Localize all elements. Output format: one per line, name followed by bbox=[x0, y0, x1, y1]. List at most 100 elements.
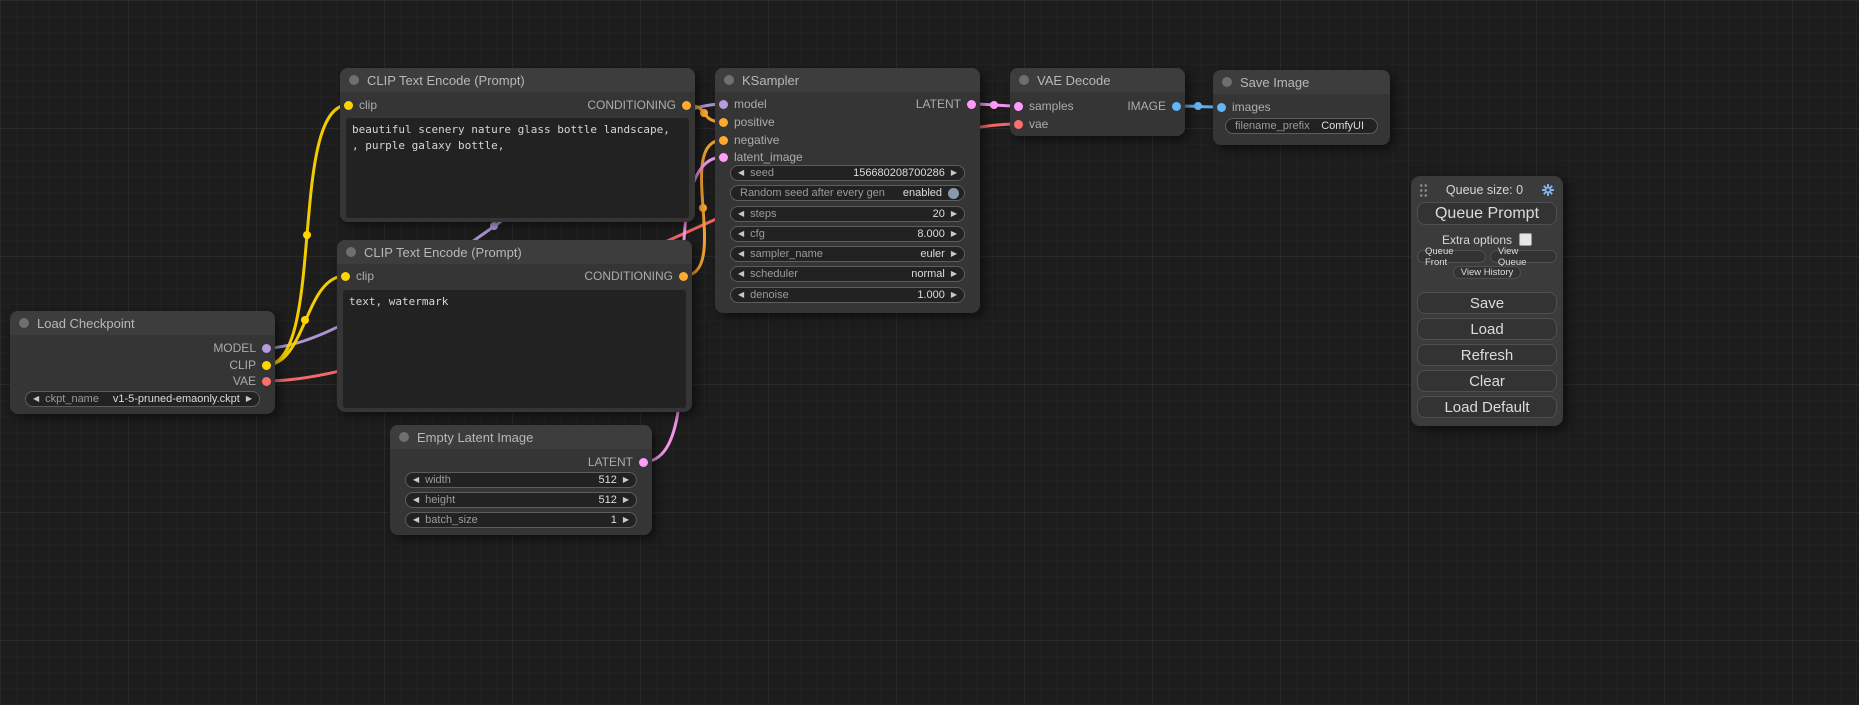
decrement-arrow-icon[interactable] bbox=[738, 210, 744, 218]
node-title-bar[interactable]: KSampler bbox=[715, 68, 980, 92]
queue-front-button[interactable]: Queue Front bbox=[1417, 250, 1486, 263]
collapse-dot-icon[interactable] bbox=[1222, 77, 1232, 87]
image-slot-dot[interactable] bbox=[1217, 103, 1226, 112]
vae-slot-dot[interactable] bbox=[262, 377, 271, 386]
node-graph-canvas[interactable]: Load Checkpoint MODEL CLIP VAE ckpt_name… bbox=[0, 0, 1859, 705]
negative-prompt-textarea[interactable]: text, watermark bbox=[343, 290, 686, 408]
node-title-bar[interactable]: VAE Decode bbox=[1010, 68, 1185, 92]
clip-output-slot[interactable]: CLIP bbox=[229, 357, 271, 373]
model-slot-dot[interactable] bbox=[719, 100, 728, 109]
decrement-arrow-icon[interactable] bbox=[738, 270, 744, 278]
latent-output-slot[interactable]: LATENT bbox=[916, 96, 976, 112]
view-queue-button[interactable]: View Queue bbox=[1490, 250, 1557, 263]
positive-input-slot[interactable]: positive bbox=[719, 114, 775, 130]
extra-options-checkbox[interactable] bbox=[1519, 233, 1532, 246]
negative-input-slot[interactable]: negative bbox=[719, 132, 779, 148]
increment-arrow-icon[interactable] bbox=[951, 250, 957, 258]
load-default-button[interactable]: Load Default bbox=[1417, 396, 1557, 418]
queue-prompt-button[interactable]: Queue Prompt bbox=[1417, 202, 1557, 225]
batch-size-widget[interactable]: batch_size 1 bbox=[405, 512, 637, 528]
clip-slot-dot[interactable] bbox=[341, 272, 350, 281]
save-button[interactable]: Save bbox=[1417, 292, 1557, 314]
latent-image-input-slot[interactable]: latent_image bbox=[719, 149, 803, 165]
increment-arrow-icon[interactable] bbox=[623, 516, 629, 524]
clip-slot-dot[interactable] bbox=[262, 361, 271, 370]
node-clip-text-encode-negative[interactable]: CLIP Text Encode (Prompt) clip CONDITION… bbox=[337, 240, 692, 412]
latent-slot-dot[interactable] bbox=[639, 458, 648, 467]
conditioning-slot-dot[interactable] bbox=[719, 118, 728, 127]
conditioning-slot-dot[interactable] bbox=[679, 272, 688, 281]
vae-slot-dot[interactable] bbox=[1014, 120, 1023, 129]
node-clip-text-encode-positive[interactable]: CLIP Text Encode (Prompt) clip CONDITION… bbox=[340, 68, 695, 222]
decrement-arrow-icon[interactable] bbox=[738, 250, 744, 258]
node-title-bar[interactable]: CLIP Text Encode (Prompt) bbox=[340, 68, 695, 92]
image-output-slot[interactable]: IMAGE bbox=[1127, 98, 1181, 114]
samples-input-slot[interactable]: samples bbox=[1014, 98, 1074, 114]
decrement-arrow-icon[interactable] bbox=[738, 291, 744, 299]
conditioning-output-slot[interactable]: CONDITIONING bbox=[587, 97, 691, 113]
increment-arrow-icon[interactable] bbox=[951, 230, 957, 238]
decrement-arrow-icon[interactable] bbox=[738, 230, 744, 238]
toggle-knob-icon[interactable] bbox=[948, 188, 959, 199]
node-title-bar[interactable]: Empty Latent Image bbox=[390, 425, 652, 449]
increment-arrow-icon[interactable] bbox=[623, 476, 629, 484]
collapse-dot-icon[interactable] bbox=[349, 75, 359, 85]
sampler-name-widget[interactable]: sampler_name euler bbox=[730, 246, 965, 262]
node-ksampler[interactable]: KSampler model positive negative latent_… bbox=[715, 68, 980, 313]
model-output-slot[interactable]: MODEL bbox=[213, 340, 271, 356]
clear-button[interactable]: Clear bbox=[1417, 370, 1557, 392]
collapse-dot-icon[interactable] bbox=[724, 75, 734, 85]
collapse-dot-icon[interactable] bbox=[346, 247, 356, 257]
settings-gear-icon[interactable] bbox=[1541, 183, 1555, 197]
refresh-button[interactable]: Refresh bbox=[1417, 344, 1557, 366]
decrement-arrow-icon[interactable] bbox=[33, 395, 39, 403]
node-save-image[interactable]: Save Image images filename_prefix ComfyU… bbox=[1213, 70, 1390, 145]
node-title-bar[interactable]: CLIP Text Encode (Prompt) bbox=[337, 240, 692, 264]
clip-input-slot[interactable]: clip bbox=[344, 97, 377, 113]
image-slot-dot[interactable] bbox=[1172, 102, 1181, 111]
latent-slot-dot[interactable] bbox=[967, 100, 976, 109]
model-input-slot[interactable]: model bbox=[719, 96, 767, 112]
decrement-arrow-icon[interactable] bbox=[413, 476, 419, 484]
view-history-button[interactable]: View History bbox=[1453, 266, 1522, 279]
steps-widget[interactable]: steps 20 bbox=[730, 206, 965, 222]
conditioning-slot-dot[interactable] bbox=[719, 136, 728, 145]
collapse-dot-icon[interactable] bbox=[19, 318, 29, 328]
latent-output-slot[interactable]: LATENT bbox=[588, 454, 648, 470]
conditioning-slot-dot[interactable] bbox=[682, 101, 691, 110]
increment-arrow-icon[interactable] bbox=[951, 210, 957, 218]
increment-arrow-icon[interactable] bbox=[246, 395, 252, 403]
collapse-dot-icon[interactable] bbox=[1019, 75, 1029, 85]
ckpt-name-widget[interactable]: ckpt_name v1-5-pruned-emaonly.ckpt bbox=[25, 391, 260, 407]
increment-arrow-icon[interactable] bbox=[951, 270, 957, 278]
images-input-slot[interactable]: images bbox=[1217, 99, 1271, 115]
drag-handle-icon[interactable] bbox=[1419, 183, 1428, 197]
conditioning-output-slot[interactable]: CONDITIONING bbox=[584, 268, 688, 284]
random-seed-toggle-widget[interactable]: Random seed after every gen enabled bbox=[730, 185, 965, 201]
model-slot-dot[interactable] bbox=[262, 344, 271, 353]
node-vae-decode[interactable]: VAE Decode samples vae IMAGE bbox=[1010, 68, 1185, 136]
decrement-arrow-icon[interactable] bbox=[413, 496, 419, 504]
node-title-bar[interactable]: Save Image bbox=[1213, 70, 1390, 94]
latent-slot-dot[interactable] bbox=[1014, 102, 1023, 111]
node-title-bar[interactable]: Load Checkpoint bbox=[10, 311, 275, 335]
vae-input-slot[interactable]: vae bbox=[1014, 116, 1048, 132]
denoise-widget[interactable]: denoise 1.000 bbox=[730, 287, 965, 303]
seed-widget[interactable]: seed 156680208700286 bbox=[730, 165, 965, 181]
node-empty-latent-image[interactable]: Empty Latent Image LATENT width 512 heig… bbox=[390, 425, 652, 535]
node-load-checkpoint[interactable]: Load Checkpoint MODEL CLIP VAE ckpt_name… bbox=[10, 311, 275, 414]
positive-prompt-textarea[interactable]: beautiful scenery nature glass bottle la… bbox=[346, 118, 689, 218]
latent-slot-dot[interactable] bbox=[719, 153, 728, 162]
decrement-arrow-icon[interactable] bbox=[413, 516, 419, 524]
increment-arrow-icon[interactable] bbox=[951, 291, 957, 299]
clip-slot-dot[interactable] bbox=[344, 101, 353, 110]
load-button[interactable]: Load bbox=[1417, 318, 1557, 340]
vae-output-slot[interactable]: VAE bbox=[233, 373, 271, 389]
scheduler-widget[interactable]: scheduler normal bbox=[730, 266, 965, 282]
filename-prefix-widget[interactable]: filename_prefix ComfyUI bbox=[1225, 118, 1378, 134]
clip-input-slot[interactable]: clip bbox=[341, 268, 374, 284]
cfg-widget[interactable]: cfg 8.000 bbox=[730, 226, 965, 242]
decrement-arrow-icon[interactable] bbox=[738, 169, 744, 177]
increment-arrow-icon[interactable] bbox=[623, 496, 629, 504]
increment-arrow-icon[interactable] bbox=[951, 169, 957, 177]
